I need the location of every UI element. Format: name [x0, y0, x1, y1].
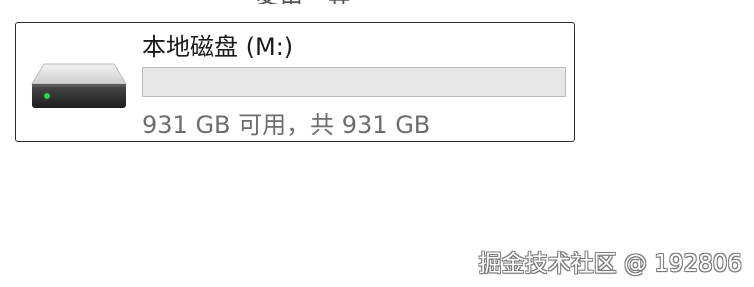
capacity-bar — [142, 67, 566, 97]
watermark: 掘金技术社区 @ 192806 — [478, 251, 742, 277]
drive-name: 本地磁盘 (M:) — [142, 33, 294, 61]
drive-space-text: 931 GB 可用，共 931 GB — [142, 111, 431, 139]
hard-drive-icon — [31, 63, 127, 108]
clipped-label: 备用，共 — [255, 0, 351, 4]
drive-tile-m[interactable]: 本地磁盘 (M:) 931 GB 可用，共 931 GB — [15, 22, 575, 142]
previous-item-clipped: 备用，共 — [0, 0, 620, 4]
